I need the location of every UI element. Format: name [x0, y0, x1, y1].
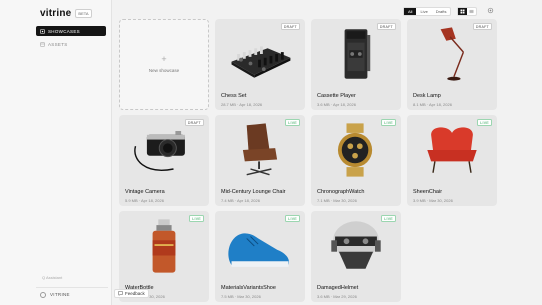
status-badge: LIVE	[285, 119, 300, 126]
shoe-thumbnail	[228, 233, 289, 267]
feedback-button[interactable]: Feedback	[114, 289, 149, 298]
view-toggle	[457, 7, 477, 16]
avatar	[40, 291, 46, 298]
grid-view-button[interactable]	[458, 8, 467, 15]
card-meta: 3.6 MB · Apr 18, 2026	[317, 102, 356, 107]
filter-all[interactable]: All	[404, 8, 417, 15]
status-badge: LIVE	[477, 119, 492, 126]
showcase-card-chronograph-watch[interactable]: LIVE ChronographWatch 7.1 MB · Mar 30, 2…	[311, 115, 401, 206]
showcase-card-vintage-camera[interactable]: DRAFT Vintage Camera 5.9 MB · Apr 18, 20…	[119, 115, 209, 206]
vintage-camera-thumbnail	[134, 131, 185, 171]
app-logo[interactable]: vitrine	[40, 8, 71, 19]
card-meta: 7.5 MB · Mar 30, 2026	[221, 294, 261, 299]
status-badge: DRAFT	[472, 23, 492, 30]
assistant-link[interactable]: Q Assistant	[42, 275, 62, 280]
showcase-card-sheen-chair[interactable]: LIVE SheenChair 3.9 MB · Mar 30, 2026	[407, 115, 497, 206]
settings-button[interactable]	[486, 6, 495, 15]
status-badge: LIVE	[381, 215, 396, 222]
cassette-player-thumbnail	[344, 29, 371, 79]
card-title: Cassette Player	[317, 93, 356, 99]
beta-badge: BETA	[75, 9, 92, 18]
status-badge: DRAFT	[376, 23, 396, 30]
status-badge: LIVE	[285, 215, 300, 222]
card-meta: 7.4 MB · Apr 18, 2026	[221, 198, 260, 203]
feedback-label: Feedback	[125, 291, 145, 296]
sidebar-item-showcases[interactable]: SHOWCASES	[36, 26, 106, 36]
assets-icon	[40, 41, 45, 47]
user-menu[interactable]: VITRINE	[36, 287, 108, 301]
showcase-card-desk-lamp[interactable]: DRAFT Desk Lamp 8.1 MB · Apr 18, 2026	[407, 19, 497, 110]
desk-lamp-thumbnail	[440, 27, 465, 81]
status-badge: LIVE	[189, 215, 204, 222]
card-meta: 28.7 MB · Apr 18, 2026	[221, 102, 263, 107]
showcase-card-materials-variants-shoe[interactable]: LIVE MaterialsVariantsShoe 7.5 MB · Mar …	[215, 211, 305, 302]
settings-icon	[487, 7, 494, 14]
brand: vitrine BETA	[40, 8, 92, 19]
card-meta: 7.1 MB · Mar 30, 2026	[317, 198, 357, 203]
chat-icon	[118, 291, 123, 296]
filter-drafts[interactable]: Drafts	[432, 8, 451, 15]
sidebar-item-label: ASSETS	[48, 41, 68, 47]
list-view-button[interactable]	[467, 8, 476, 15]
showcase-card-cassette-player[interactable]: DRAFT Cassette Player 3.6 MB · Apr 18, 2…	[311, 19, 401, 110]
filter-live[interactable]: Live	[416, 8, 431, 15]
card-title: DamagedHelmet	[317, 285, 359, 291]
showcase-card-lounge-chair[interactable]: LIVE Mid-Century Lounge Chair 7.4 MB · A…	[215, 115, 305, 206]
chronograph-watch-thumbnail	[337, 123, 373, 177]
card-title: Vintage Camera	[125, 189, 165, 195]
water-bottle-thumbnail	[152, 219, 176, 273]
lounge-chair-thumbnail	[242, 123, 278, 176]
card-meta: 3.9 MB · Mar 30, 2026	[413, 198, 453, 203]
list-view-icon	[469, 9, 474, 14]
card-title: MaterialsVariantsShoe	[221, 285, 276, 291]
card-title: ChronographWatch	[317, 189, 365, 195]
card-title: Chess Set	[221, 93, 247, 99]
status-badge: DRAFT	[280, 23, 300, 30]
card-title: Desk Lamp	[413, 93, 441, 99]
user-label: VITRINE	[50, 292, 70, 297]
card-title: Mid-Century Lounge Chair	[221, 189, 286, 195]
sidebar-item-assets[interactable]: ASSETS	[36, 39, 106, 49]
showcase-card-chess-set[interactable]: DRAFT Chess Set 28.7 MB · Apr 18, 2026	[215, 19, 305, 110]
showcase-icon	[40, 28, 45, 34]
helmet-thumbnail	[331, 221, 381, 269]
showcase-card-damaged-helmet[interactable]: LIVE DamagedHelmet 3.6 MB · Mar 29, 2026	[311, 211, 401, 302]
sheen-chair-thumbnail	[427, 127, 477, 173]
status-filter: All Live Drafts	[403, 7, 452, 16]
new-showcase-card[interactable]: + New showcase	[119, 19, 209, 110]
topbar: All Live Drafts	[112, 0, 542, 20]
plus-icon: +	[161, 54, 167, 64]
status-badge: LIVE	[381, 119, 396, 126]
sidebar-nav: SHOWCASES ASSETS	[36, 26, 106, 52]
card-title: SheenChair	[413, 189, 443, 195]
card-meta: 8.1 MB · Apr 18, 2026	[413, 102, 452, 107]
new-showcase-label: New showcase	[148, 68, 180, 73]
chess-set-thumbnail	[231, 46, 291, 78]
grid-view-icon	[460, 9, 465, 14]
sidebar-item-label: SHOWCASES	[48, 28, 80, 34]
status-badge: DRAFT	[184, 119, 204, 126]
card-meta: 5.9 MB · Apr 18, 2026	[125, 198, 164, 203]
sidebar: vitrine BETA SHOWCASES ASSETS Q Assistan…	[0, 0, 112, 305]
card-meta: 3.6 MB · Mar 29, 2026	[317, 294, 357, 299]
